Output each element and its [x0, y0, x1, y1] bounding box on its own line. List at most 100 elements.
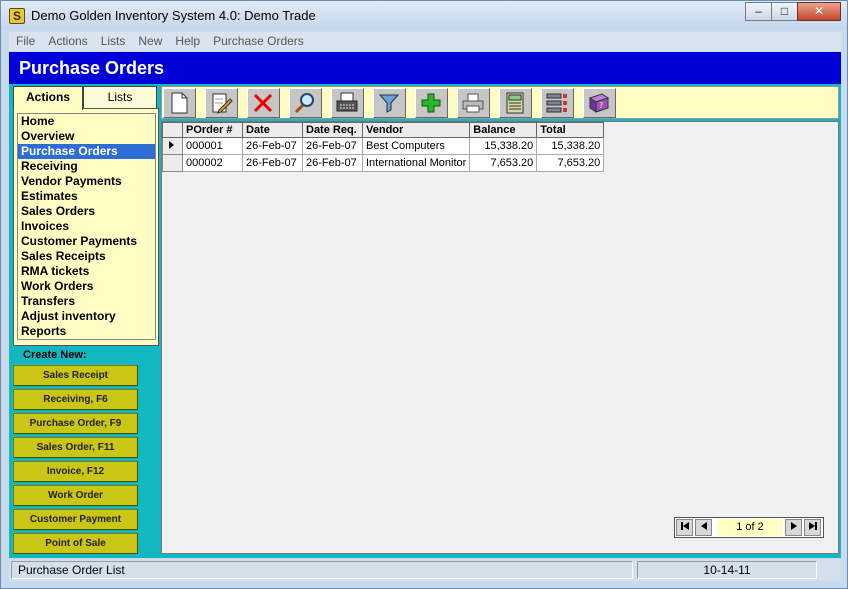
tab-lists[interactable]: Lists	[83, 86, 157, 108]
help-book-icon: ?	[588, 93, 610, 113]
delete-button[interactable]	[247, 88, 280, 118]
work-order-button[interactable]: Work Order	[13, 485, 138, 506]
sales-order-button[interactable]: Sales Order, F11	[13, 437, 138, 458]
nav-list: Home Overview Purchase Orders Receiving …	[17, 113, 156, 340]
menu-new[interactable]: New	[131, 32, 168, 48]
edit-button[interactable]	[205, 88, 238, 118]
cell-balance[interactable]: 7,653.20	[469, 154, 538, 172]
help-button[interactable]: ?	[583, 88, 616, 118]
funnel-icon	[378, 94, 400, 113]
cell-total[interactable]: 15,338.20	[536, 137, 605, 155]
nav-item-sales-orders[interactable]: Sales Orders	[18, 204, 155, 219]
cell-total[interactable]: 7,653.20	[536, 154, 605, 172]
column-header-date[interactable]: Date	[242, 122, 303, 138]
cell-porder[interactable]: 000002	[182, 154, 243, 172]
previous-icon	[700, 522, 707, 530]
page-title: Purchase Orders	[19, 58, 165, 78]
menu-purchase-orders[interactable]: Purchase Orders	[206, 32, 310, 48]
menu-help[interactable]: Help	[168, 32, 206, 48]
calculator-icon	[506, 92, 524, 114]
orders-table: POrder # Date Date Req. Vendor Balance T…	[162, 122, 605, 172]
find-button[interactable]	[289, 88, 322, 118]
cell-date[interactable]: 26-Feb-07	[242, 154, 303, 172]
sales-receipt-button[interactable]: Sales Receipt	[13, 365, 138, 386]
first-icon	[680, 522, 689, 530]
purchase-orders-grid: POrder # Date Date Req. Vendor Balance T…	[161, 121, 839, 554]
table-row[interactable]: 000001 26-Feb-07 26-Feb-07 Best Computer…	[162, 137, 605, 155]
window-controls: – □ ✕	[745, 2, 841, 21]
point-of-sale-button[interactable]: Point of Sale	[13, 533, 138, 554]
calculator-button[interactable]	[499, 88, 532, 118]
new-document-icon	[171, 92, 188, 114]
current-row-indicator	[162, 137, 183, 155]
add-button[interactable]	[415, 88, 448, 118]
new-button[interactable]	[163, 88, 196, 118]
nav-item-overview[interactable]: Overview	[18, 129, 155, 144]
column-header-date-req[interactable]: Date Req.	[302, 122, 363, 138]
menu-actions[interactable]: Actions	[41, 32, 93, 48]
app-logo-icon: S	[9, 8, 25, 24]
menu-lists[interactable]: Lists	[94, 32, 132, 48]
menu-file[interactable]: File	[9, 32, 41, 48]
invoice-button[interactable]: Invoice, F12	[13, 461, 138, 482]
previous-record-button[interactable]	[695, 519, 712, 536]
table-row[interactable]: 000002 26-Feb-07 26-Feb-07 International…	[162, 154, 605, 172]
list-view-icon	[546, 93, 567, 113]
delete-icon	[253, 93, 273, 113]
nav-item-work-orders[interactable]: Work Orders	[18, 279, 155, 294]
main-content: Actions Lists Home Overview Purchase Ord…	[9, 84, 841, 558]
menu-bar: File Actions Lists New Help Purchase Orders	[9, 32, 841, 51]
minimize-button[interactable]: –	[745, 2, 772, 21]
cell-balance[interactable]: 15,338.20	[469, 137, 538, 155]
page-indicator: 1 of 2	[717, 519, 783, 536]
list-view-button[interactable]	[541, 88, 574, 118]
column-header-porder[interactable]: POrder #	[182, 122, 243, 138]
nav-item-home[interactable]: Home	[18, 114, 155, 129]
purchase-order-button[interactable]: Purchase Order, F9	[13, 413, 138, 434]
column-header-total[interactable]: Total	[536, 122, 605, 138]
nav-item-estimates[interactable]: Estimates	[18, 189, 155, 204]
nav-item-adjust-inventory[interactable]: Adjust inventory	[18, 309, 155, 324]
filter-button[interactable]	[373, 88, 406, 118]
row-indicator	[162, 154, 183, 172]
nav-item-purchase-orders[interactable]: Purchase Orders	[18, 144, 155, 159]
nav-item-receiving[interactable]: Receiving	[18, 159, 155, 174]
first-record-button[interactable]	[676, 519, 693, 536]
edit-icon	[212, 93, 233, 114]
nav-item-transfers[interactable]: Transfers	[18, 294, 155, 309]
next-icon	[790, 522, 797, 530]
cell-date-req[interactable]: 26-Feb-07	[302, 137, 363, 155]
cell-porder[interactable]: 000001	[182, 137, 243, 155]
row-indicator-header	[162, 122, 183, 138]
nav-item-invoices[interactable]: Invoices	[18, 219, 155, 234]
next-record-button[interactable]	[785, 519, 802, 536]
maximize-button[interactable]: □	[771, 2, 798, 21]
nav-item-sales-receipts[interactable]: Sales Receipts	[18, 249, 155, 264]
nav-item-rma-tickets[interactable]: RMA tickets	[18, 264, 155, 279]
column-header-vendor[interactable]: Vendor	[361, 122, 471, 138]
nav-item-vendor-payments[interactable]: Vendor Payments	[18, 174, 155, 189]
tab-actions[interactable]: Actions	[13, 86, 83, 110]
receiving-button[interactable]: Receiving, F6	[13, 389, 138, 410]
cell-vendor[interactable]: Best Computers	[361, 137, 471, 155]
cell-date-req[interactable]: 26-Feb-07	[302, 154, 363, 172]
last-icon	[808, 522, 817, 530]
last-record-button[interactable]	[804, 519, 821, 536]
close-button[interactable]: ✕	[797, 2, 841, 21]
search-icon	[294, 93, 314, 114]
cell-date[interactable]: 26-Feb-07	[242, 137, 303, 155]
svg-text:?: ?	[599, 101, 603, 110]
triangle-right-icon	[169, 140, 174, 149]
typewriter-icon	[336, 92, 358, 112]
title-bar: S Demo Golden Inventory System 4.0: Demo…	[1, 1, 847, 30]
cell-vendor[interactable]: International Monitor	[361, 154, 471, 172]
create-new-label: Create New:	[23, 349, 87, 361]
nav-item-reports[interactable]: Reports	[18, 324, 155, 339]
print-button[interactable]	[457, 88, 490, 118]
customer-payment-button[interactable]: Customer Payment	[13, 509, 138, 530]
toolbar: ?	[161, 86, 839, 119]
report-button[interactable]	[331, 88, 364, 118]
column-header-balance[interactable]: Balance	[469, 122, 538, 138]
status-date: 10-14-11	[637, 561, 817, 579]
nav-item-customer-payments[interactable]: Customer Payments	[18, 234, 155, 249]
